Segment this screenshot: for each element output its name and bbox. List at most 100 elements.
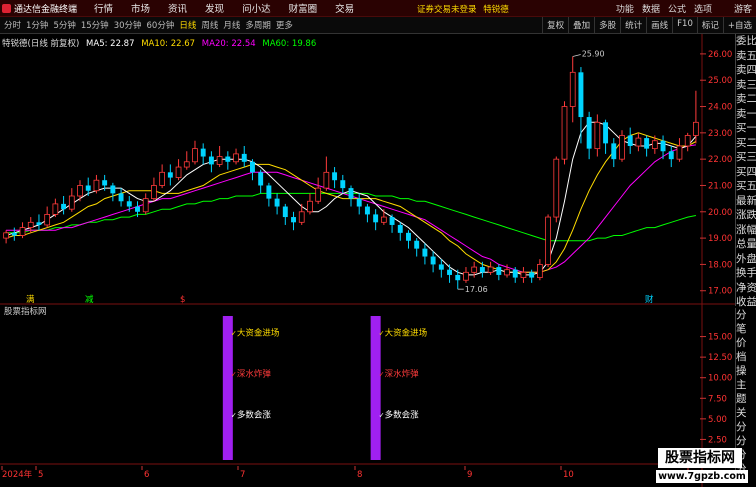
candle xyxy=(44,206,51,228)
price-tick-label: 20.00 xyxy=(708,208,732,218)
side-tab[interactable]: 题 xyxy=(736,392,756,406)
date-tick-label: 8 xyxy=(357,470,362,480)
candle-body xyxy=(545,216,551,265)
candle-body xyxy=(126,201,132,207)
candle xyxy=(151,177,157,202)
candle-body xyxy=(364,206,370,215)
candle xyxy=(118,188,124,207)
login-notice[interactable]: 证券交易未登录 特锐德 xyxy=(417,3,509,15)
tool-f10-button[interactable]: F10 xyxy=(672,17,697,34)
period-tab[interactable]: 多周期 xyxy=(245,19,271,31)
signal-label: 大资金进场 xyxy=(385,327,428,338)
tool-overlay-button[interactable]: 叠加 xyxy=(568,17,594,34)
candle-body xyxy=(479,267,485,273)
quote-label: 买三 xyxy=(736,151,756,163)
tool-draw-button[interactable]: 画线 xyxy=(646,17,672,34)
candle-body xyxy=(586,117,592,149)
side-tab[interactable]: 分 xyxy=(736,420,756,434)
low-label: 17.06 xyxy=(465,285,488,294)
side-tab[interactable]: 笔 xyxy=(736,322,756,336)
candle xyxy=(3,230,9,244)
candle xyxy=(77,180,83,202)
candle xyxy=(68,188,75,212)
candle-body xyxy=(611,143,617,160)
indicator-tick-label: 12.50 xyxy=(708,353,732,363)
candle xyxy=(520,267,527,283)
side-tab[interactable]: 分 xyxy=(736,308,756,322)
candle xyxy=(397,222,403,241)
tool-multi-button[interactable]: 多股 xyxy=(594,17,620,34)
menu-item-ask[interactable]: 问小达 xyxy=(242,1,271,15)
quote-label: 最新 xyxy=(736,194,756,207)
menu-item-market[interactable]: 行情 xyxy=(94,1,113,15)
candle-body xyxy=(315,187,322,202)
side-tab[interactable]: 关 xyxy=(736,406,756,420)
candle xyxy=(291,211,296,231)
side-tab[interactable]: 操 xyxy=(736,364,756,378)
candle-body xyxy=(520,271,527,278)
candle xyxy=(323,156,330,191)
menu-data[interactable]: 数据 xyxy=(642,2,660,15)
side-tab[interactable]: 主 xyxy=(736,378,756,392)
signal-check: ✓ xyxy=(231,371,237,379)
kline-chart[interactable]: 26.00 25.00 24.00 23.00 22.00 21.00 20.00 19.00… xyxy=(0,34,735,487)
candle-body xyxy=(77,185,83,197)
period-tab-more[interactable]: 更多 xyxy=(276,19,293,31)
candle-body xyxy=(578,72,584,118)
period-tab[interactable]: 30分钟 xyxy=(114,19,142,31)
tool-mark-button[interactable]: 标记 xyxy=(696,17,723,34)
menu-function[interactable]: 功能 xyxy=(616,2,634,15)
high-pointer xyxy=(572,54,581,57)
side-tab[interactable]: 档 xyxy=(736,350,756,364)
menu-item-discover[interactable]: 发现 xyxy=(205,1,224,15)
menu-item-wealth[interactable]: 财富圈 xyxy=(289,1,318,15)
signal-bar xyxy=(222,316,233,460)
add-favorite-button[interactable]: +自选 xyxy=(722,17,756,34)
side-tab[interactable]: 分 xyxy=(736,434,756,448)
candle-body xyxy=(68,195,75,210)
period-tab[interactable]: 15分钟 xyxy=(81,19,109,31)
ma20-line xyxy=(6,144,696,273)
candle-body xyxy=(569,71,576,107)
candle-body xyxy=(380,216,387,223)
menu-item-trade[interactable]: 交易 xyxy=(335,1,354,15)
menu-options[interactable]: 选项 xyxy=(694,2,712,15)
menu-item-markets[interactable]: 市场 xyxy=(131,1,150,15)
menu-formula[interactable]: 公式 xyxy=(668,2,686,15)
candle-body xyxy=(438,264,444,270)
candle-body xyxy=(529,272,535,278)
period-tab[interactable]: 1分钟 xyxy=(26,19,48,31)
indicator-tick-label: 7.50 xyxy=(708,394,727,404)
period-tab[interactable]: 5分钟 xyxy=(53,19,75,31)
candle xyxy=(561,101,568,165)
side-tab[interactable]: 价 xyxy=(736,336,756,350)
candle xyxy=(266,182,272,207)
candle-body xyxy=(406,232,411,241)
period-tab[interactable]: 分时 xyxy=(4,19,21,31)
candle xyxy=(537,259,543,281)
candle-body xyxy=(676,145,683,160)
app-title-text: 通达信金融终端 xyxy=(14,4,78,15)
candle-body xyxy=(414,240,420,249)
menu-item-news[interactable]: 资讯 xyxy=(168,1,187,15)
candle-body xyxy=(307,200,313,213)
candle xyxy=(93,174,100,194)
event-mark: 满 xyxy=(26,294,35,305)
quote-label: 卖二 xyxy=(736,93,756,105)
period-tab[interactable]: 周线 xyxy=(201,19,218,31)
notice-stock: 特锐德 xyxy=(483,5,509,15)
tool-stats-button[interactable]: 统计 xyxy=(620,17,646,34)
candle-body xyxy=(323,171,330,189)
period-tab-active[interactable]: 日线 xyxy=(179,19,196,31)
candle-body xyxy=(200,148,206,157)
candle xyxy=(36,214,42,231)
period-tab[interactable]: 月线 xyxy=(223,19,240,31)
guest-user[interactable]: 游客 xyxy=(734,2,752,15)
signal-label: 多数会涨 xyxy=(385,410,420,421)
quote-label: 买四 xyxy=(736,165,756,178)
candle-body xyxy=(561,106,568,160)
candle xyxy=(356,193,362,215)
tool-adjust-button[interactable]: 复权 xyxy=(542,17,568,34)
period-tab[interactable]: 60分钟 xyxy=(147,19,175,31)
signal-check: ✓ xyxy=(379,412,385,420)
